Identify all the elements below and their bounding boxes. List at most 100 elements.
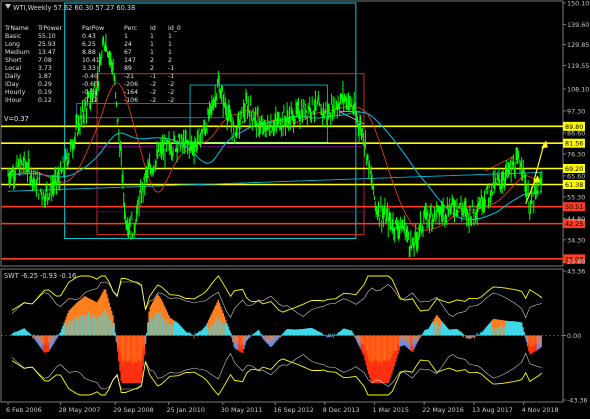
table-cell: 0.29 xyxy=(38,81,52,88)
table-cell: Daily xyxy=(5,73,21,80)
y-tick-label: 44.80 xyxy=(567,215,585,223)
y-tick-label: 34.30 xyxy=(567,236,585,244)
level-tag: 50.51 xyxy=(563,202,585,212)
level-tag: 61.38 xyxy=(563,179,585,189)
table-cell: Local xyxy=(5,65,21,72)
table-cell: 8.88 xyxy=(82,49,96,56)
table-cell: 0.43 xyxy=(82,33,96,40)
osc-tick-label: 0.00 xyxy=(567,332,581,340)
table-cell: 1 xyxy=(150,49,154,56)
x-tick-label: 8 Dec 2013 xyxy=(323,406,360,414)
y-tick-label: 65.60 xyxy=(567,172,585,180)
level-tag-text: 50.51 xyxy=(565,203,583,211)
table-cell: 25.93 xyxy=(38,41,56,48)
oscillator-title: SWT -6.25 -0.93 -0.16 xyxy=(4,272,76,280)
x-tick-label: 22 May 2016 xyxy=(422,406,464,414)
table-cell: 2 xyxy=(150,65,154,72)
x-tick-label: 29 Sep 2008 xyxy=(113,406,154,414)
table-cell: Hourly xyxy=(5,89,26,96)
chart-title-group: WTI,Weekly 57.62 60.30 57.27 60.38 xyxy=(5,4,135,12)
y-tick-label: 97.30 xyxy=(567,108,585,116)
table-header: ParPow xyxy=(82,25,104,32)
table-cell: -0.12 xyxy=(82,97,98,104)
oscillator-axis: 43.36 0.00 -43.36 xyxy=(563,268,588,405)
y-tick-label: 119.55 xyxy=(567,62,589,70)
table-cell: -2 xyxy=(150,89,156,96)
y-tick-label: 23.80 xyxy=(567,258,585,266)
level-tag: 81.56 xyxy=(563,138,585,148)
table-cell: 3.33 xyxy=(82,65,96,72)
table-cell: -2 xyxy=(168,89,174,96)
table-cell: -0.40 xyxy=(82,73,98,80)
table-cell: -1 xyxy=(150,73,156,80)
table-cell: -106 xyxy=(124,97,138,104)
table-header: Id xyxy=(150,25,156,32)
table-cell: 1 xyxy=(150,33,154,40)
table-cell: 1 xyxy=(168,41,172,48)
table-cell: 13.47 xyxy=(38,49,56,56)
x-tick-label: 16 Sep 2012 xyxy=(273,406,314,414)
table-cell: 0.19 xyxy=(38,89,52,96)
chart-canvas: 89.8081.5669.2061.3850.5142.2525.03 150.… xyxy=(0,0,589,414)
table-cell: 3.73 xyxy=(38,65,52,72)
table-cell: Basic xyxy=(5,33,22,40)
table-cell: IDay xyxy=(5,81,19,88)
y-tick-label: 129.85 xyxy=(567,41,589,49)
table-cell: 10.41 xyxy=(82,57,100,64)
table-cell: -1 xyxy=(168,73,174,80)
table-cell: 7.08 xyxy=(38,57,52,64)
x-tick-label: 6 Feb 2006 xyxy=(6,406,42,414)
x-tick-label: 1 Mar 2015 xyxy=(372,406,408,414)
chart-title: WTI,Weekly 57.62 60.30 57.27 60.38 xyxy=(13,4,135,12)
y-tick-label: 108.10 xyxy=(567,85,589,93)
table-cell: -21 xyxy=(124,73,134,80)
x-tick-label: 28 May 2007 xyxy=(59,406,101,414)
table-cell: -2 xyxy=(168,97,174,104)
level-tag-text: 61.38 xyxy=(565,181,583,189)
level-tag-text: 81.56 xyxy=(565,140,583,148)
table-header: TrPower xyxy=(37,25,63,32)
table-cell: Medium xyxy=(5,49,30,56)
table-cell: 67 xyxy=(124,49,132,56)
y-tick-label: 150.10 xyxy=(567,0,589,8)
table-cell: 24 xyxy=(124,41,132,48)
table-cell: -2 xyxy=(150,81,156,88)
table-cell: Short xyxy=(5,57,22,64)
table-cell: 1 xyxy=(150,41,154,48)
table-cell: 6.25 xyxy=(82,41,96,48)
y-tick-label: 86.60 xyxy=(567,129,585,137)
y-tick-label: 139.60 xyxy=(567,21,589,29)
table-cell: 147 xyxy=(124,57,136,64)
table-cell: Long xyxy=(5,41,20,48)
x-tick-label: 30 May 2011 xyxy=(221,406,263,414)
osc-tick-label: -43.36 xyxy=(567,397,588,405)
x-tick-label: 4 Nov 2018 xyxy=(522,406,559,414)
table-cell: 1 xyxy=(168,49,172,56)
x-tick-label: 25 Jan 2010 xyxy=(167,406,205,414)
table-cell: 2 xyxy=(150,57,154,64)
table-header: Perc xyxy=(124,25,138,32)
table-cell: 1.87 xyxy=(38,73,52,80)
v-value-label: V=0.37 xyxy=(4,115,29,123)
table-cell: 2 xyxy=(168,57,172,64)
table-cell: -2 xyxy=(168,81,174,88)
table-cell: -164 xyxy=(124,89,138,96)
table-cell: 1 xyxy=(168,33,172,40)
table-cell: 1 xyxy=(124,33,128,40)
y-tick-label: 55.30 xyxy=(567,193,585,201)
table-header: Id_0 xyxy=(168,25,181,32)
table-cell: -0.31 xyxy=(82,89,98,96)
y-tick-label: 76.30 xyxy=(567,150,585,158)
table-cell: -0.60 xyxy=(82,81,98,88)
table-cell: -206 xyxy=(124,81,138,88)
x-tick-label: 13 Aug 2017 xyxy=(472,406,513,414)
table-cell: 89 xyxy=(124,65,132,72)
table-cell: IHour xyxy=(5,97,22,104)
table-cell: -2 xyxy=(150,97,156,104)
table-cell: -1 xyxy=(168,65,174,72)
time-axis: 6 Feb 2006 28 May 2007 29 Sep 2008 25 Jan 2… xyxy=(6,402,559,414)
table-header: TrName xyxy=(4,25,29,32)
osc-tick-label: 43.36 xyxy=(567,268,585,276)
table-cell: 0.12 xyxy=(38,97,52,104)
table-cell: 55.10 xyxy=(38,33,56,40)
